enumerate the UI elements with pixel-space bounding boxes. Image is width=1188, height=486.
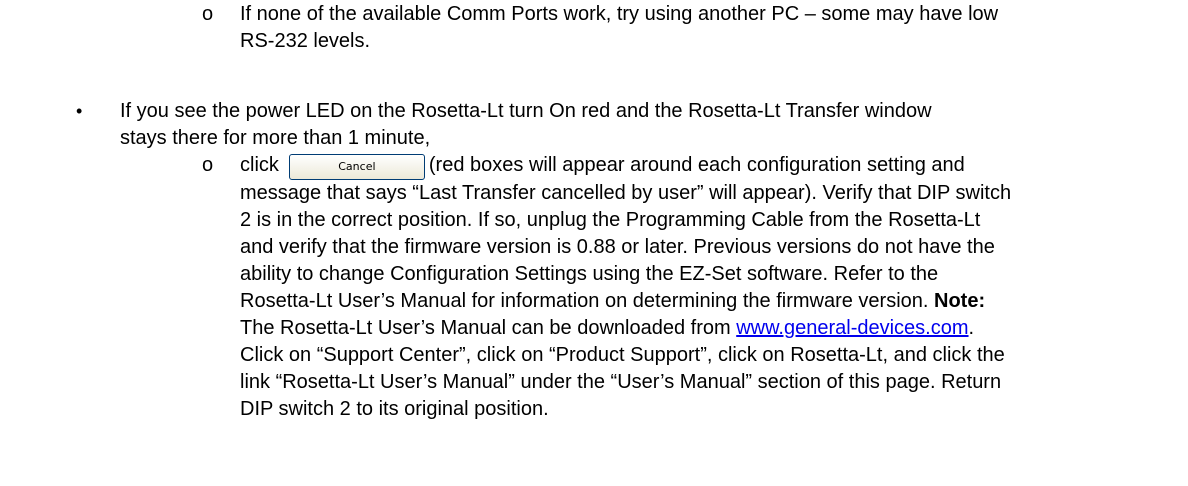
note-label: Note:: [934, 290, 986, 312]
sub-bullet-marker: o: [202, 3, 214, 25]
list-item-comm-ports: If none of the available Comm Ports work…: [240, 1, 1140, 55]
text-line: and verify that the firmware version is …: [240, 236, 995, 258]
click-word: click: [240, 154, 279, 176]
text-line: ability to change Configuration Settings…: [240, 263, 939, 285]
text-fragment: (red boxes will appear around each confi…: [428, 154, 965, 176]
text-line: link “Rosetta-Lt User’s Manual” under th…: [240, 371, 1002, 393]
text-fragment: .: [968, 317, 975, 339]
text-line: If you see the power LED on the Rosetta-…: [120, 100, 932, 122]
document-page: o If none of the available Comm Ports wo…: [0, 0, 1188, 486]
text-line: Rosetta-Lt User’s Manual for information…: [240, 288, 1170, 315]
text-line: stays there for more than 1 minute,: [120, 127, 431, 149]
text-line: click Cancel (red boxes will appear around…: [240, 152, 1170, 180]
website-link[interactable]: www.general-devices.com: [736, 317, 968, 339]
cancel-button[interactable]: Cancel: [288, 154, 425, 180]
bullet-marker: •: [76, 101, 83, 121]
list-item-cancel-instructions: click Cancel (red boxes will appear around…: [240, 152, 1170, 423]
text-line: Click on “Support Center”, click on “Pro…: [240, 344, 1005, 366]
list-item-power-led: If you see the power LED on the Rosetta-…: [120, 98, 1000, 152]
text-fragment: Rosetta-Lt User’s Manual for information…: [240, 290, 935, 312]
text-line: message that says “Last Transfer cancell…: [240, 182, 1012, 204]
text-line: The Rosetta-Lt User’s Manual can be down…: [240, 315, 1170, 342]
text-line: DIP switch 2 to its original position.: [240, 398, 549, 420]
text-line: If none of the available Comm Ports work…: [240, 3, 999, 25]
sub-bullet-marker: o: [202, 154, 214, 176]
text-line: 2 is in the correct position. If so, unp…: [240, 209, 981, 231]
text-line: RS-232 levels.: [240, 30, 371, 52]
text-fragment: The Rosetta-Lt User’s Manual can be down…: [240, 317, 737, 339]
